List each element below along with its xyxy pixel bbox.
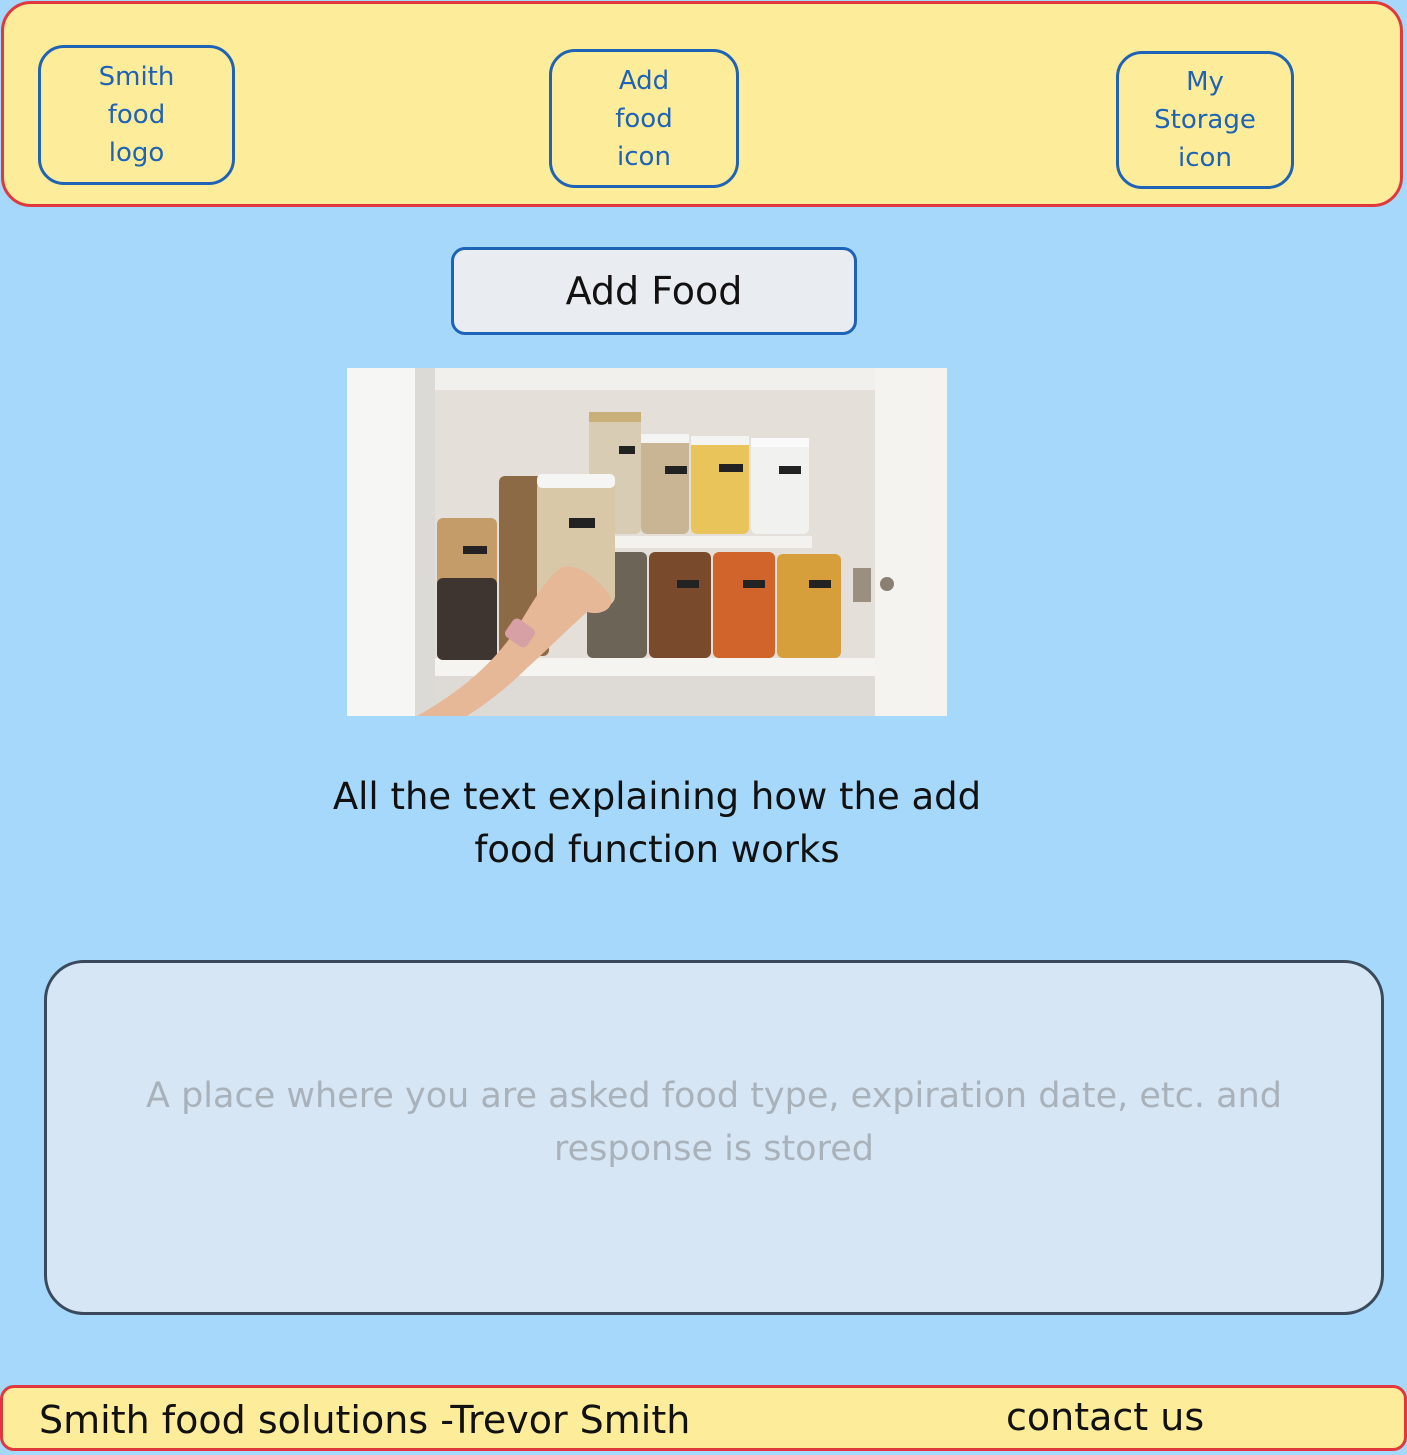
footer-credit: Smith food solutions -Trevor Smith bbox=[39, 1398, 691, 1442]
add-food-description: All the text explaining how the add food… bbox=[332, 775, 982, 871]
pantry-jars-photo bbox=[347, 368, 947, 716]
my-storage-icon[interactable]: My Storage icon bbox=[1116, 51, 1294, 189]
add-food-icon-label: Add food icon bbox=[615, 65, 673, 172]
add-food-icon[interactable]: Add food icon bbox=[549, 49, 739, 188]
my-storage-icon-label: My Storage icon bbox=[1154, 67, 1256, 173]
food-entry-form[interactable]: A place where you are asked food type, e… bbox=[44, 960, 1384, 1315]
smith-food-logo[interactable]: Smith food logo bbox=[38, 45, 235, 185]
page-title: Add Food bbox=[451, 247, 857, 335]
header-bar: Smith food logo Add food icon My Storage… bbox=[1, 1, 1403, 207]
footer-bar: Smith food solutions -Trevor Smith conta… bbox=[0, 1385, 1407, 1451]
page-title-text: Add Food bbox=[565, 269, 743, 313]
logo-label: Smith food logo bbox=[98, 62, 175, 168]
form-placeholder-text: A place where you are asked food type, e… bbox=[146, 1075, 1282, 1169]
contact-us-link[interactable]: contact us bbox=[1006, 1395, 1204, 1439]
